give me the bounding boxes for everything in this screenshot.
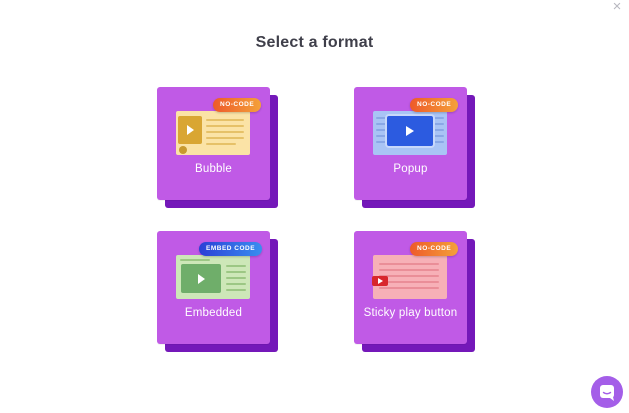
embedded-illustration-icon bbox=[176, 255, 250, 299]
close-button[interactable]: × bbox=[610, 0, 624, 14]
format-card-sticky-play-button[interactable]: NO-CODE Sticky play button bbox=[354, 231, 476, 353]
card-face: NO-CODE Sticky play button bbox=[354, 231, 467, 344]
format-card-popup[interactable]: NO-CODE Popup bbox=[354, 87, 476, 209]
no-code-badge: NO-CODE bbox=[410, 242, 459, 256]
no-code-badge: NO-CODE bbox=[410, 98, 459, 112]
close-icon: × bbox=[612, 0, 622, 15]
bubble-illustration-icon bbox=[176, 111, 250, 155]
sticky-play-illustration-icon bbox=[372, 255, 447, 299]
popup-illustration-icon bbox=[373, 111, 447, 155]
format-card-bubble[interactable]: NO-CODE Bubble bbox=[157, 87, 279, 209]
format-label: Bubble bbox=[194, 163, 232, 175]
no-code-badge: NO-CODE bbox=[213, 98, 262, 112]
format-label: Sticky play button bbox=[363, 307, 458, 319]
format-card-embedded[interactable]: EMBED CODE Embedded bbox=[157, 231, 279, 353]
embed-code-badge: EMBED CODE bbox=[199, 242, 263, 256]
format-label: Embedded bbox=[184, 307, 243, 319]
card-face: NO-CODE Popup bbox=[354, 87, 467, 200]
chat-launcher-button[interactable] bbox=[591, 376, 623, 408]
card-face: NO-CODE Bubble bbox=[157, 87, 270, 200]
card-face: EMBED CODE Embedded bbox=[157, 231, 270, 344]
format-label: Popup bbox=[393, 163, 428, 175]
page-title: Select a format bbox=[255, 34, 374, 51]
chat-bubble-icon bbox=[600, 385, 614, 401]
